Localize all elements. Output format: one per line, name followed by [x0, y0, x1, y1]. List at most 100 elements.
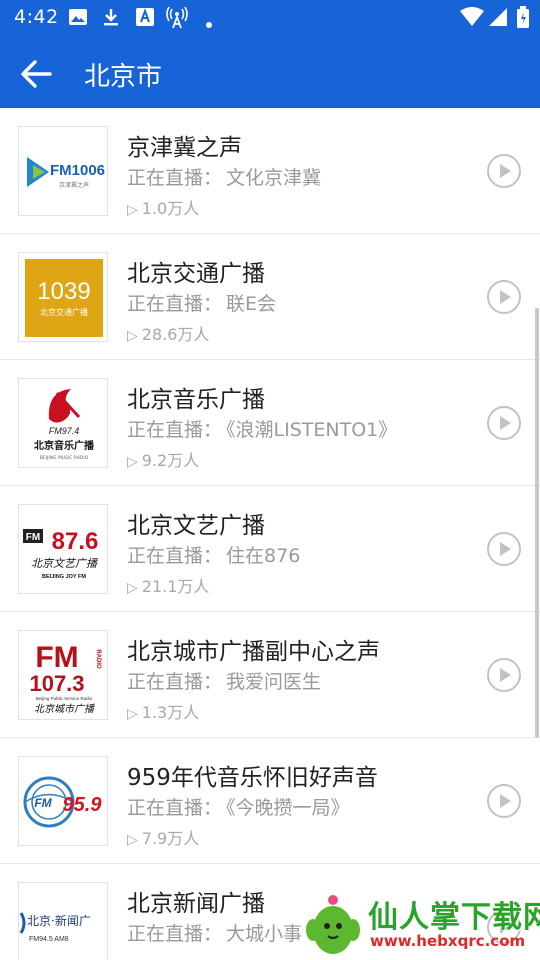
- listener-count: ▷ 21.1万人: [127, 573, 209, 597]
- logo-1039-text: 1039: [37, 278, 90, 305]
- arrow-back-icon[interactable]: [16, 54, 56, 94]
- app-bar: 4:42 北京市: [0, 0, 540, 108]
- station-row[interactable]: FM 107.3 RADIO Beijing Public Service Ra…: [0, 612, 540, 738]
- status-time: 4:42: [14, 6, 59, 28]
- listener-count: ▷ 1.0万人: [127, 195, 199, 219]
- station-logo: FM1006 京津冀之声: [18, 126, 108, 216]
- station-logo: 1039 北京交通广播: [18, 252, 108, 342]
- station-logo: FM97.4 北京音乐广播 BEIJING MUSIC RADIO: [18, 378, 108, 468]
- live-prefix: 正在直播：: [127, 923, 223, 945]
- play-icon[interactable]: [486, 279, 522, 315]
- play-icon[interactable]: [486, 657, 522, 693]
- live-program: 我爱问医生: [226, 671, 322, 693]
- listener-count: ▷ 1.3万人: [127, 699, 199, 723]
- live-program: 大城小事: [226, 923, 303, 945]
- logo-fm959-num: 95.9: [63, 794, 103, 816]
- station-row[interactable]: FM 95.9 959年代音乐怀旧好声音 正在直播： 《今晚攒一局》 ▷ 7.9万人: [0, 738, 540, 864]
- listener-value: 7.9万人: [141, 829, 200, 848]
- live-prefix: 正在直播：: [127, 167, 223, 189]
- live-program: 住在876: [226, 545, 301, 567]
- live-status: 正在直播： 《浪潮LISTENTO1》: [127, 415, 397, 442]
- live-status: 正在直播： 文化京津冀: [127, 163, 321, 190]
- antenna-icon: [165, 6, 189, 33]
- logo-fm974-text: FM97.4: [49, 426, 80, 436]
- live-status: 正在直播： 我爱问医生: [127, 667, 321, 694]
- logo-fm959-tag: FM: [34, 796, 52, 810]
- small-play-icon: ▷: [127, 706, 138, 722]
- play-icon[interactable]: [486, 531, 522, 567]
- station-name: 北京城市广播副中心之声: [127, 639, 380, 665]
- page-title: 北京市: [84, 62, 163, 92]
- download-icon: [101, 7, 121, 31]
- station-name: 京津冀之声: [127, 135, 242, 161]
- listener-count: ▷ 7.9万人: [127, 825, 199, 849]
- logo-news-sub: FM94.5 AM8: [29, 936, 69, 943]
- small-play-icon: ▷: [127, 580, 138, 596]
- live-status: 正在直播： 大城小事: [127, 919, 302, 946]
- logo-fm876-text: 87.6: [52, 528, 99, 555]
- logo-fm974-sub2: BEIJING MUSIC RADIO: [40, 455, 89, 461]
- station-name: 北京文艺广播: [127, 513, 265, 539]
- live-status: 正在直播： 《今晚攒一局》: [127, 793, 350, 820]
- play-icon[interactable]: [486, 405, 522, 441]
- small-play-icon: ▷: [127, 832, 138, 848]
- logo-fm1073-num: 107.3: [29, 671, 84, 696]
- station-name: 北京音乐广播: [127, 387, 265, 413]
- listener-value: 21.1万人: [141, 577, 210, 596]
- listener-value: 1.0万人: [141, 199, 200, 218]
- logo-fm1073-sub2: 北京城市广播: [34, 703, 95, 715]
- live-program: 《浪潮LISTENTO1》: [226, 419, 398, 441]
- listener-value: 1.3万人: [141, 703, 200, 722]
- watermark: 仙人掌下载网 www.hebxqrc.com: [298, 884, 540, 960]
- station-name: 北京交通广播: [127, 261, 265, 287]
- live-status: 正在直播： 住在876: [127, 541, 300, 568]
- image-icon: [68, 7, 88, 31]
- listener-value: 28.6万人: [141, 325, 210, 344]
- watermark-title: 仙人掌下载网: [368, 900, 540, 935]
- text-a-icon: [135, 7, 155, 31]
- small-play-icon: ▷: [127, 328, 138, 344]
- play-icon[interactable]: [486, 783, 522, 819]
- live-prefix: 正在直播：: [127, 293, 223, 315]
- logo-fm1073-sub: Beijing Public Service Radio: [36, 696, 93, 701]
- logo-fm876-sub: 北京文艺广播: [31, 557, 99, 570]
- listener-value: 9.2万人: [141, 451, 200, 470]
- live-prefix: 正在直播：: [127, 671, 223, 693]
- status-bar: 4:42: [0, 0, 540, 36]
- play-icon[interactable]: [486, 153, 522, 189]
- station-row[interactable]: 1039 北京交通广播 北京交通广播 正在直播： 联E会 ▷ 28.6万人: [0, 234, 540, 360]
- small-play-icon: ▷: [127, 454, 138, 470]
- wifi-icon: [460, 7, 484, 31]
- watermark-url: www.hebxqrc.com: [370, 932, 526, 950]
- station-logo: FM 95.9: [18, 756, 108, 846]
- cactus-mascot-icon: [306, 895, 360, 954]
- battery-icon: [516, 6, 530, 32]
- logo-news-text: 北京·新闻广: [27, 913, 91, 928]
- logo-fm1006-sub: 京津冀之声: [59, 181, 89, 189]
- station-list[interactable]: FM1006 京津冀之声 京津冀之声 正在直播： 文化京津冀 ▷ 1.0万人 103…: [0, 108, 540, 960]
- live-status: 正在直播： 联E会: [127, 289, 276, 316]
- station-name: 北京新闻广播: [127, 891, 265, 917]
- listener-count: ▷ 9.2万人: [127, 447, 199, 471]
- station-row[interactable]: FM97.4 北京音乐广播 BEIJING MUSIC RADIO 北京音乐广播…: [0, 360, 540, 486]
- station-logo: 北京·新闻广 FM94.5 AM8: [18, 882, 108, 960]
- signal-icon: [488, 7, 508, 31]
- station-row[interactable]: FM 87.6 北京文艺广播 BEIJING JOY FM 北京文艺广播 正在直…: [0, 486, 540, 612]
- station-logo: FM 87.6 北京文艺广播 BEIJING JOY FM: [18, 504, 108, 594]
- logo-1039-sub: 北京交通广播: [40, 307, 88, 317]
- live-prefix: 正在直播：: [127, 545, 223, 567]
- station-row[interactable]: FM1006 京津冀之声 京津冀之声 正在直播： 文化京津冀 ▷ 1.0万人: [0, 108, 540, 234]
- scrollbar[interactable]: [535, 308, 539, 738]
- live-program: 联E会: [226, 293, 277, 315]
- logo-fm1073-text: FM: [35, 641, 78, 674]
- logo-fm1006-text: FM1006: [50, 162, 105, 179]
- station-name: 959年代音乐怀旧好声音: [127, 765, 378, 791]
- live-program: 《今晚攒一局》: [226, 797, 350, 819]
- live-prefix: 正在直播：: [127, 797, 223, 819]
- live-program: 文化京津冀: [226, 167, 322, 189]
- live-prefix: 正在直播：: [127, 419, 223, 441]
- listener-count: ▷ 28.6万人: [127, 321, 209, 345]
- logo-fm1073-side: RADIO: [95, 649, 101, 669]
- logo-fm876-tag: FM: [26, 532, 40, 543]
- station-logo: FM 107.3 RADIO Beijing Public Service Ra…: [18, 630, 108, 720]
